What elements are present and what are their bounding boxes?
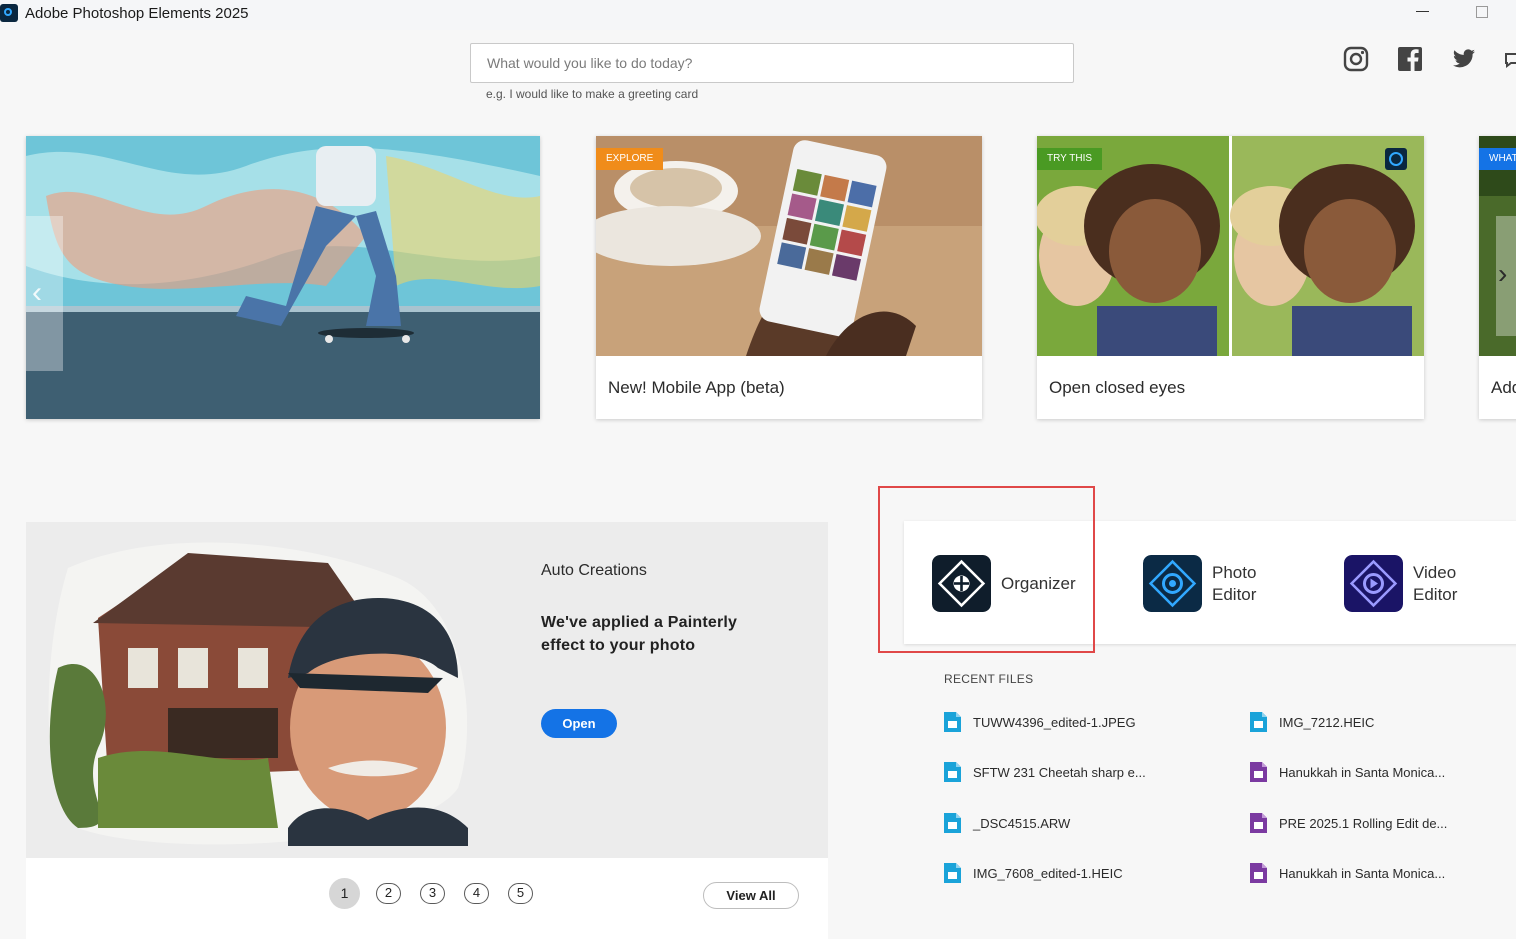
photoshop-elements-app-icon xyxy=(0,4,18,22)
auto-creations-description: We've applied a Painterly effect to your… xyxy=(541,614,738,654)
recent-file-item[interactable]: SFTW 231 Cheetah sharp e... xyxy=(943,761,1146,783)
recent-file-item[interactable]: Hanukkah in Santa Monica... xyxy=(1249,862,1445,884)
photo-file-icon xyxy=(944,863,961,883)
photo-file-icon xyxy=(944,813,961,833)
photo-editor-button[interactable]: Photo Editor xyxy=(1143,555,1256,612)
photo-editor-label-line2: Editor xyxy=(1212,584,1257,604)
minimize-button[interactable] xyxy=(1416,11,1429,12)
photo-file-icon xyxy=(944,712,961,732)
file-name: SFTW 231 Cheetah sharp e... xyxy=(973,764,1146,780)
card-label: Add xyxy=(1491,378,1516,397)
page-5-button[interactable]: 5 xyxy=(508,883,533,904)
video-file-icon xyxy=(1250,863,1267,883)
skateboarder-graffiti-photo xyxy=(26,136,540,419)
twitter-icon[interactable] xyxy=(1451,46,1477,72)
page-1-button[interactable]: 1 xyxy=(329,878,360,909)
video-file-icon xyxy=(1250,762,1267,782)
painterly-house-photo xyxy=(48,542,468,846)
recent-files-title: RECENT FILES xyxy=(944,672,1034,686)
instagram-icon[interactable] xyxy=(1343,46,1369,72)
search-input[interactable] xyxy=(470,43,1074,83)
organizer-highlight-box xyxy=(878,486,1095,653)
facebook-icon[interactable] xyxy=(1397,46,1423,72)
photo-editor-label-line1: Photo xyxy=(1212,562,1257,582)
carousel-next-button[interactable]: › xyxy=(1496,216,1516,336)
file-name: PRE 2025.1 Rolling Edit de... xyxy=(1279,815,1448,831)
file-name: TUWW4396_edited-1.JPEG xyxy=(973,714,1136,730)
video-file-icon xyxy=(1250,813,1267,833)
recent-file-item[interactable]: IMG_7212.HEIC xyxy=(1249,711,1374,733)
explore-tag: EXPLORE xyxy=(596,148,664,170)
recent-file-item[interactable]: IMG_7608_edited-1.HEIC xyxy=(943,862,1123,884)
what-tag: WHAT xyxy=(1479,148,1516,170)
recent-file-item[interactable]: _DSC4515.ARW xyxy=(943,812,1070,834)
try-this-tag: TRY THIS xyxy=(1037,148,1103,170)
auto-creations-title: Auto Creations xyxy=(541,562,647,579)
recent-file-item[interactable]: PRE 2025.1 Rolling Edit de... xyxy=(1249,812,1447,834)
photo-file-icon xyxy=(944,762,961,782)
carousel-card-closed-eyes[interactable]: TRY THIS Open closed eyes xyxy=(1037,136,1424,419)
window-title: Adobe Photoshop Elements 2025 xyxy=(25,5,249,22)
page-2-button[interactable]: 2 xyxy=(376,883,401,904)
open-button[interactable]: Open xyxy=(541,709,617,738)
search-hint: e.g. I would like to make a greeting car… xyxy=(486,87,699,101)
video-editor-button[interactable]: Video Editor xyxy=(1344,555,1457,612)
card-label: New! Mobile App (beta) xyxy=(608,378,785,397)
photo-editor-label: Photo Editor xyxy=(1212,562,1256,606)
video-editor-label-line1: Video xyxy=(1413,562,1457,582)
recent-file-item[interactable]: TUWW4396_edited-1.JPEG xyxy=(943,711,1136,733)
chevron-right-icon: › xyxy=(1498,258,1508,289)
video-editor-label: Video Editor xyxy=(1413,562,1457,606)
carousel-prev-button[interactable]: ‹ xyxy=(26,216,63,371)
photo-editor-app-icon xyxy=(1143,555,1202,612)
feedback-icon[interactable] xyxy=(1504,52,1516,68)
video-editor-app-icon xyxy=(1344,555,1403,612)
recent-file-item[interactable]: Hanukkah in Santa Monica... xyxy=(1249,761,1445,783)
title-bar: Adobe Photoshop Elements 2025 xyxy=(0,0,1516,30)
file-name: _DSC4515.ARW xyxy=(973,815,1071,831)
file-name: Hanukkah in Santa Monica... xyxy=(1279,764,1446,780)
page-3-button[interactable]: 3 xyxy=(420,883,445,904)
file-name: IMG_7212.HEIC xyxy=(1279,714,1375,730)
file-name: IMG_7608_edited-1.HEIC xyxy=(973,865,1123,881)
page-4-button[interactable]: 4 xyxy=(464,883,489,904)
maximize-button[interactable] xyxy=(1476,6,1488,18)
photo-file-icon xyxy=(1250,712,1267,732)
video-editor-label-line2: Editor xyxy=(1413,584,1458,604)
file-name: Hanukkah in Santa Monica... xyxy=(1279,865,1446,881)
view-all-button[interactable]: View All xyxy=(703,882,799,909)
card-label: Open closed eyes xyxy=(1049,378,1186,397)
carousel-card-skateboard[interactable] xyxy=(26,136,540,419)
carousel-card-mobile-app[interactable]: EXPLORE New! Mobile App (beta) xyxy=(596,136,982,419)
chevron-left-icon: ‹ xyxy=(32,276,42,309)
